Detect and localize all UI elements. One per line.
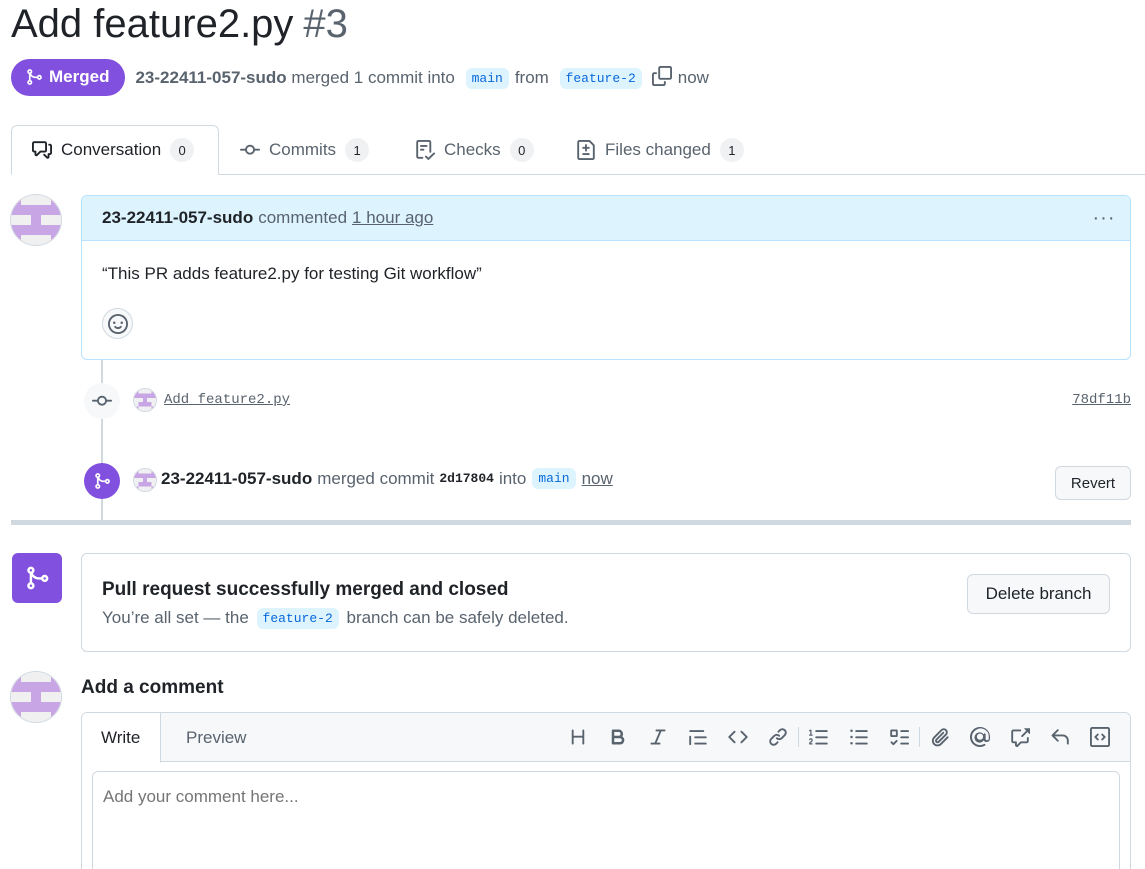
delete-branch-button[interactable]: Delete branch [967, 574, 1110, 614]
merge-commit-sha-link[interactable]: 2d17804 [439, 471, 494, 486]
head-branch-pill[interactable]: feature-2 [559, 67, 642, 89]
editor-header: Write Preview [82, 713, 1130, 763]
tab-conversation-count: 0 [170, 138, 195, 162]
task-list-icon[interactable] [879, 725, 919, 749]
tab-conversation[interactable]: Conversation 0 [11, 125, 219, 175]
merged-status-title: Pull request successfully merged and clo… [102, 579, 509, 600]
avatar[interactable] [133, 388, 157, 412]
tab-commits-label: Commits [269, 140, 337, 159]
merge-into-text: into [498, 468, 527, 488]
tab-checks[interactable]: Checks 0 [415, 125, 534, 175]
merged-desc-before: You’re all set — the [102, 608, 249, 627]
merge-action-text: merged commit [317, 468, 435, 488]
revert-button[interactable]: Revert [1055, 466, 1131, 500]
avatar[interactable] [133, 468, 157, 492]
tab-files-changed-count: 1 [719, 138, 744, 162]
merged-text: merged 1 commit into [291, 67, 455, 87]
file-diff-icon [577, 140, 595, 160]
merged-status-icon-box [12, 553, 62, 603]
link-icon[interactable] [758, 725, 798, 749]
base-branch-pill[interactable]: main [465, 67, 509, 89]
comment-action: commented [258, 208, 348, 227]
cross-reference-icon[interactable] [1000, 725, 1040, 749]
avatar[interactable] [10, 194, 62, 246]
slash-command-icon[interactable] [1080, 725, 1120, 749]
add-comment-heading: Add a comment [81, 677, 224, 698]
smiley-icon [107, 313, 128, 334]
tab-checks-label: Checks [444, 140, 501, 159]
comment-box: 23-22411-057-sudo commented 1 hour ago ·… [81, 195, 1131, 360]
bold-icon[interactable] [598, 725, 638, 749]
copy-icon[interactable] [651, 65, 672, 86]
commit-message-link[interactable]: Add feature2.py [164, 392, 290, 408]
merged-status-box: Pull request successfully merged and clo… [81, 553, 1131, 652]
tab-files-changed-label: Files changed [605, 140, 711, 159]
tab-commits[interactable]: Commits 1 [240, 125, 370, 175]
tab-write[interactable]: Write [82, 713, 162, 763]
code-icon[interactable] [718, 725, 758, 749]
numbered-list-icon[interactable] [799, 725, 839, 749]
quote-icon[interactable] [678, 725, 718, 749]
tab-commits-count: 1 [345, 138, 370, 162]
commit-sha-link[interactable]: 78df11b [1072, 392, 1131, 408]
tab-conversation-label: Conversation [61, 140, 162, 159]
pr-time: now [677, 67, 709, 87]
timeline-end-divider [11, 520, 1131, 525]
pr-author-link[interactable]: 23-22411-057-sudo [135, 68, 286, 87]
comment-textarea[interactable] [92, 771, 1120, 869]
pr-number: #3 [303, 2, 348, 46]
merge-base-branch-pill[interactable]: main [532, 468, 576, 489]
identicon-avatar [11, 672, 61, 722]
merged-desc-after: branch can be safely deleted. [346, 608, 569, 627]
markdown-toolbar [558, 725, 1120, 749]
add-reaction-button[interactable] [102, 308, 133, 339]
tab-checks-count: 0 [509, 138, 534, 162]
identicon-avatar [134, 469, 156, 491]
git-commit-icon [240, 144, 260, 155]
pr-meta: 23-22411-057-sudo merged 1 commit into m… [135, 65, 709, 89]
merge-time-link[interactable]: now [582, 469, 613, 489]
git-merge-icon [27, 69, 42, 85]
comment-discussion-icon [32, 141, 52, 159]
comment-editor: Write Preview [81, 712, 1131, 869]
reply-icon[interactable] [1040, 725, 1080, 749]
tab-files-changed[interactable]: Files changed 1 [576, 125, 744, 175]
comment-header: 23-22411-057-sudo commented 1 hour ago [82, 196, 1130, 241]
heading-icon[interactable] [558, 725, 598, 749]
checklist-icon [416, 140, 435, 160]
deletable-branch-pill[interactable]: feature-2 [256, 608, 339, 629]
pr-state-row: Merged 23-22411-057-sudo merged 1 commit… [11, 58, 709, 96]
merge-event-text: 23-22411-057-sudo merged commit 2d17804 … [161, 468, 613, 489]
merged-state-badge: Merged [11, 58, 126, 96]
comment-time-link[interactable]: 1 hour ago [352, 208, 433, 228]
pr-title: Add feature2.py #3 [11, 2, 348, 47]
from-text: from [514, 67, 549, 87]
merge-event-node [84, 463, 120, 499]
git-commit-icon [92, 395, 112, 406]
comment-body: “This PR adds feature2.py for testing Gi… [102, 264, 482, 283]
paperclip-icon[interactable] [920, 725, 960, 749]
identicon-avatar [134, 389, 156, 411]
identicon-avatar [11, 195, 61, 245]
mention-icon[interactable] [960, 725, 1000, 749]
italic-icon[interactable] [638, 725, 678, 749]
tab-preview[interactable]: Preview [186, 713, 246, 762]
commit-node [84, 383, 120, 419]
avatar[interactable] [10, 671, 62, 723]
comment-options-kebab-icon[interactable]: ··· [1092, 206, 1116, 230]
git-merge-icon [27, 566, 49, 590]
git-merge-icon [95, 473, 110, 489]
merged-state-label: Merged [49, 67, 110, 86]
pr-title-text: Add feature2.py [11, 2, 294, 46]
comment-author-link[interactable]: 23-22411-057-sudo [102, 208, 253, 228]
merged-status-description: You’re all set — the feature-2 branch ca… [102, 608, 569, 629]
bulleted-list-icon[interactable] [839, 725, 879, 749]
merge-author-link[interactable]: 23-22411-057-sudo [161, 469, 312, 489]
